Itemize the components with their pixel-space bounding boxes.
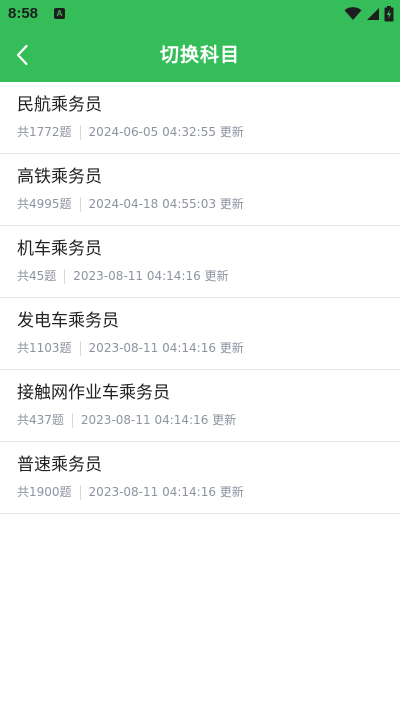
meta-divider bbox=[79, 340, 81, 356]
subject-meta: 共4995题 2024-04-18 04:55:03 更新 bbox=[17, 195, 244, 213]
meta-divider bbox=[79, 124, 81, 140]
update-time: 2023-08-11 04:14:16 更新 bbox=[80, 413, 237, 427]
subject-name: 接触网作业车乘务员 bbox=[17, 383, 170, 403]
question-count: 共45题 bbox=[17, 269, 57, 283]
subject-name: 高铁乘务员 bbox=[17, 167, 102, 187]
update-time: 2024-06-05 04:32:55 更新 bbox=[88, 125, 244, 139]
meta-divider bbox=[71, 412, 73, 428]
page-title: 切换科目 bbox=[159, 44, 240, 66]
status-time: 8:58 bbox=[8, 5, 39, 22]
subject-meta: 共1772题 2024-06-05 04:32:55 更新 bbox=[17, 123, 244, 141]
navigation-bar: 切换科目 bbox=[0, 28, 400, 82]
subject-item[interactable]: 民航乘务员 共1772题 2024-06-05 04:32:55 更新 bbox=[0, 82, 400, 154]
subject-name: 普速乘务员 bbox=[17, 455, 102, 475]
wifi-icon bbox=[344, 7, 362, 20]
subject-name: 机车乘务员 bbox=[17, 239, 102, 259]
app-header: 8:58 A 切换科目 bbox=[0, 0, 400, 82]
subject-name: 民航乘务员 bbox=[17, 95, 102, 115]
update-time: 2023-08-11 04:14:16 更新 bbox=[88, 485, 244, 499]
question-count: 共437题 bbox=[17, 413, 64, 427]
subject-list: 民航乘务员 共1772题 2024-06-05 04:32:55 更新 高铁乘务… bbox=[0, 82, 400, 514]
subject-item[interactable]: 发电车乘务员 共1103题 2023-08-11 04:14:16 更新 bbox=[0, 298, 400, 370]
subject-meta: 共45题 2023-08-11 04:14:16 更新 bbox=[17, 267, 229, 285]
status-icons bbox=[344, 4, 394, 24]
question-count: 共1772题 bbox=[17, 125, 72, 139]
update-time: 2023-08-11 04:14:16 更新 bbox=[73, 269, 229, 283]
notification-app-icon: A bbox=[54, 8, 65, 19]
subject-name: 发电车乘务员 bbox=[17, 311, 119, 331]
subject-item[interactable]: 接触网作业车乘务员 共437题 2023-08-11 04:14:16 更新 bbox=[0, 370, 400, 442]
status-bar: 8:58 A bbox=[0, 0, 400, 28]
meta-divider bbox=[79, 484, 81, 500]
update-time: 2024-04-18 04:55:03 更新 bbox=[88, 197, 244, 211]
battery-charging-icon bbox=[384, 6, 394, 22]
subject-item[interactable]: 机车乘务员 共45题 2023-08-11 04:14:16 更新 bbox=[0, 226, 400, 298]
subject-meta: 共437题 2023-08-11 04:14:16 更新 bbox=[17, 411, 236, 429]
subject-item[interactable]: 高铁乘务员 共4995题 2024-04-18 04:55:03 更新 bbox=[0, 154, 400, 226]
meta-divider bbox=[64, 268, 66, 284]
subject-meta: 共1900题 2023-08-11 04:14:16 更新 bbox=[17, 483, 244, 501]
subject-meta: 共1103题 2023-08-11 04:14:16 更新 bbox=[17, 339, 244, 357]
question-count: 共4995题 bbox=[17, 197, 72, 211]
question-count: 共1900题 bbox=[17, 485, 72, 499]
question-count: 共1103题 bbox=[17, 341, 72, 355]
cellular-signal-icon bbox=[367, 8, 379, 20]
meta-divider bbox=[79, 196, 81, 212]
subject-item[interactable]: 普速乘务员 共1900题 2023-08-11 04:14:16 更新 bbox=[0, 442, 400, 514]
update-time: 2023-08-11 04:14:16 更新 bbox=[88, 341, 244, 355]
